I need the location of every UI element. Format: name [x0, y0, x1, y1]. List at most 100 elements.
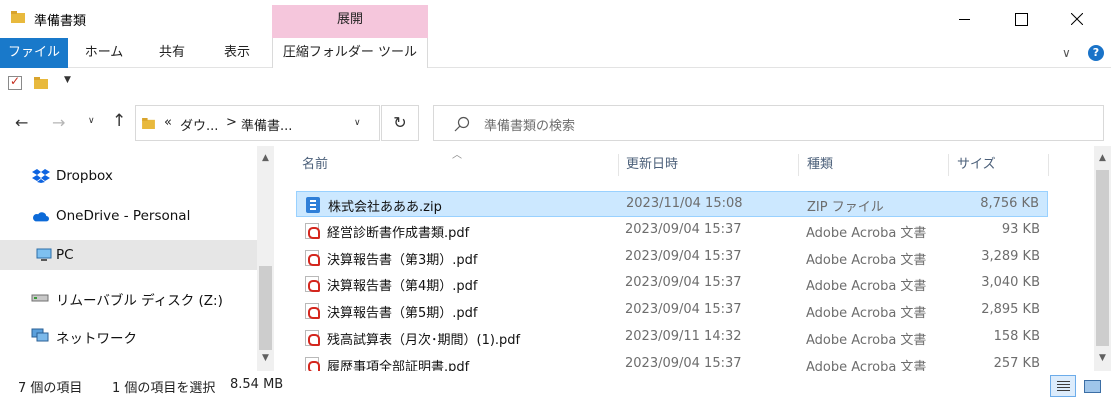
- nav-label: PC: [56, 247, 74, 263]
- zip-file-icon: [306, 197, 320, 213]
- scroll-down-icon[interactable]: ▼: [257, 350, 274, 367]
- file-size: 93 KB: [1001, 222, 1040, 237]
- file-date: 2023/09/04 15:37: [625, 302, 742, 317]
- onedrive-icon: [33, 212, 49, 222]
- nav-label: リムーバブル ディスク (Z:): [56, 293, 223, 309]
- dropbox-icon: [32, 169, 50, 183]
- column-header-type[interactable]: 種類: [807, 153, 833, 179]
- table-row[interactable]: 履歴事項全部証明書.pdf 2023/09/04 15:37 Adobe Acr…: [296, 352, 1048, 371]
- removable-disk-icon: [31, 294, 49, 302]
- ribbon-expand-chevron-icon[interactable]: ∨: [1062, 46, 1071, 60]
- file-size: 8,756 KB: [980, 196, 1039, 211]
- search-input[interactable]: 準備書類の検索: [433, 105, 1104, 141]
- details-view-icon[interactable]: [1050, 375, 1076, 397]
- nav-item-network[interactable]: ネットワーク: [0, 320, 257, 350]
- title-bar: 準備書類 展開: [0, 0, 1111, 38]
- nav-item-removable-disk[interactable]: リムーバブル ディスク (Z:): [0, 282, 257, 312]
- maximize-button[interactable]: [998, 0, 1044, 38]
- file-type: Adobe Acroba 文書: [806, 306, 927, 321]
- address-overflow[interactable]: «: [164, 115, 172, 130]
- search-icon: [454, 116, 470, 132]
- context-tab-header: 展開: [272, 5, 428, 38]
- nav-label: ネットワーク: [56, 331, 137, 347]
- sort-ascending-icon: ︿: [452, 150, 462, 161]
- refresh-icon: ↻: [393, 113, 407, 132]
- close-button[interactable]: [1054, 0, 1100, 38]
- pdf-file-icon: [305, 357, 320, 371]
- breadcrumb-current-folder[interactable]: 準備書...: [241, 115, 292, 134]
- column-divider[interactable]: [798, 154, 799, 176]
- recent-locations-chevron-icon[interactable]: ∨: [88, 116, 95, 126]
- nav-item-dropbox[interactable]: Dropbox: [0, 161, 257, 191]
- nav-item-pc[interactable]: PC: [0, 240, 257, 270]
- file-date: 2023/09/04 15:37: [625, 356, 742, 371]
- file-size: 257 KB: [993, 356, 1040, 371]
- table-row[interactable]: 経営診断書作成書類.pdf 2023/09/04 15:37 Adobe Acr…: [296, 218, 1048, 244]
- column-divider[interactable]: [1048, 154, 1049, 176]
- file-type: Adobe Acroba 文書: [806, 333, 927, 348]
- file-date: 2023/09/04 15:37: [625, 222, 742, 237]
- table-row[interactable]: 株式会社あああ.zip 2023/11/04 15:08 ZIP ファイル 8,…: [296, 191, 1048, 217]
- address-history-chevron-icon[interactable]: ∨: [354, 118, 361, 128]
- large-icons-view-icon[interactable]: [1082, 376, 1102, 396]
- scrollbar-thumb[interactable]: [1096, 170, 1109, 346]
- quick-access-toolbar: ▼: [0, 69, 1111, 98]
- scroll-up-icon[interactable]: ▲: [257, 150, 274, 167]
- pdf-file-icon: [305, 330, 320, 346]
- scrollbar-thumb[interactable]: [259, 266, 272, 350]
- file-name: 株式会社あああ.zip: [328, 200, 442, 215]
- new-folder-icon[interactable]: [34, 77, 48, 89]
- nav-pane-scrollbar[interactable]: ▲ ▼: [257, 146, 274, 371]
- breadcrumb-separator: >: [226, 115, 237, 130]
- navigation-pane: Dropbox OneDrive - Personal PC リムーバブル ディ…: [0, 146, 275, 371]
- file-list: ︿ 名前 更新日時 種類 サイズ 株式会社あああ.zip 2023/11/04 …: [290, 146, 1094, 371]
- column-divider[interactable]: [618, 154, 619, 176]
- file-list-scrollbar[interactable]: ▲ ▼: [1094, 146, 1111, 371]
- file-date: 2023/11/04 15:08: [626, 196, 743, 211]
- help-icon[interactable]: ?: [1088, 45, 1104, 61]
- pc-icon: [36, 248, 52, 261]
- file-name: 経営診断書作成書類.pdf: [327, 226, 470, 241]
- column-header-name[interactable]: 名前: [302, 153, 328, 179]
- file-size: 3,040 KB: [981, 275, 1040, 290]
- window-title: 準備書類: [34, 14, 87, 29]
- table-row[interactable]: 残高試算表（月次･期間）(1).pdf 2023/09/11 14:32 Ado…: [296, 325, 1048, 351]
- table-row[interactable]: 決算報告書（第3期）.pdf 2023/09/04 15:37 Adobe Ac…: [296, 245, 1048, 271]
- network-icon: [31, 328, 49, 342]
- pdf-file-icon: [305, 223, 320, 239]
- status-item-count: 7 個の項目: [18, 381, 83, 396]
- folder-icon: [11, 11, 25, 23]
- file-size: 3,289 KB: [981, 249, 1040, 264]
- search-placeholder: 準備書類の検索: [484, 119, 576, 134]
- up-arrow-icon[interactable]: ↑: [112, 111, 126, 131]
- tab-file[interactable]: ファイル: [0, 38, 68, 68]
- tab-compressed-folder-tools[interactable]: 圧縮フォルダー ツール: [272, 38, 428, 68]
- address-bar[interactable]: « ダウ... > 準備書... ∨: [135, 105, 380, 141]
- file-size: 158 KB: [993, 329, 1040, 344]
- tab-view[interactable]: 表示: [212, 38, 262, 68]
- properties-checkbox-icon[interactable]: [8, 74, 22, 90]
- column-divider[interactable]: [948, 154, 949, 176]
- file-date: 2023/09/04 15:37: [625, 275, 742, 290]
- scroll-up-icon[interactable]: ▲: [1094, 150, 1111, 167]
- back-arrow-icon[interactable]: ←: [15, 113, 28, 132]
- table-row[interactable]: 決算報告書（第5期）.pdf 2023/09/04 15:37 Adobe Ac…: [296, 298, 1048, 324]
- scroll-down-icon[interactable]: ▼: [1094, 350, 1111, 367]
- minimize-button[interactable]: [942, 0, 988, 38]
- ribbon-tabs: ファイル ホーム 共有 表示 圧縮フォルダー ツール ∨ ?: [0, 38, 1111, 68]
- customize-toolbar-dropdown-icon[interactable]: ▼: [64, 75, 71, 85]
- file-type: ZIP ファイル: [807, 200, 884, 215]
- refresh-button[interactable]: ↻: [381, 105, 419, 141]
- pdf-file-icon: [305, 250, 320, 266]
- table-row[interactable]: 決算報告書（第4期）.pdf 2023/09/04 15:37 Adobe Ac…: [296, 271, 1048, 297]
- breadcrumb-downloads[interactable]: ダウ...: [180, 115, 218, 134]
- file-name: 決算報告書（第4期）.pdf: [327, 279, 478, 294]
- forward-arrow-icon[interactable]: →: [52, 113, 65, 132]
- address-row: ← → ∨ ↑ « ダウ... > 準備書... ∨ ↻ 準備書類の検索: [0, 100, 1111, 146]
- column-header-date[interactable]: 更新日時: [626, 153, 678, 179]
- tab-home[interactable]: ホーム: [76, 38, 132, 68]
- tab-share[interactable]: 共有: [144, 38, 200, 68]
- column-header-size[interactable]: サイズ: [957, 153, 996, 179]
- nav-item-onedrive[interactable]: OneDrive - Personal: [0, 201, 257, 231]
- file-type: Adobe Acroba 文書: [806, 226, 927, 241]
